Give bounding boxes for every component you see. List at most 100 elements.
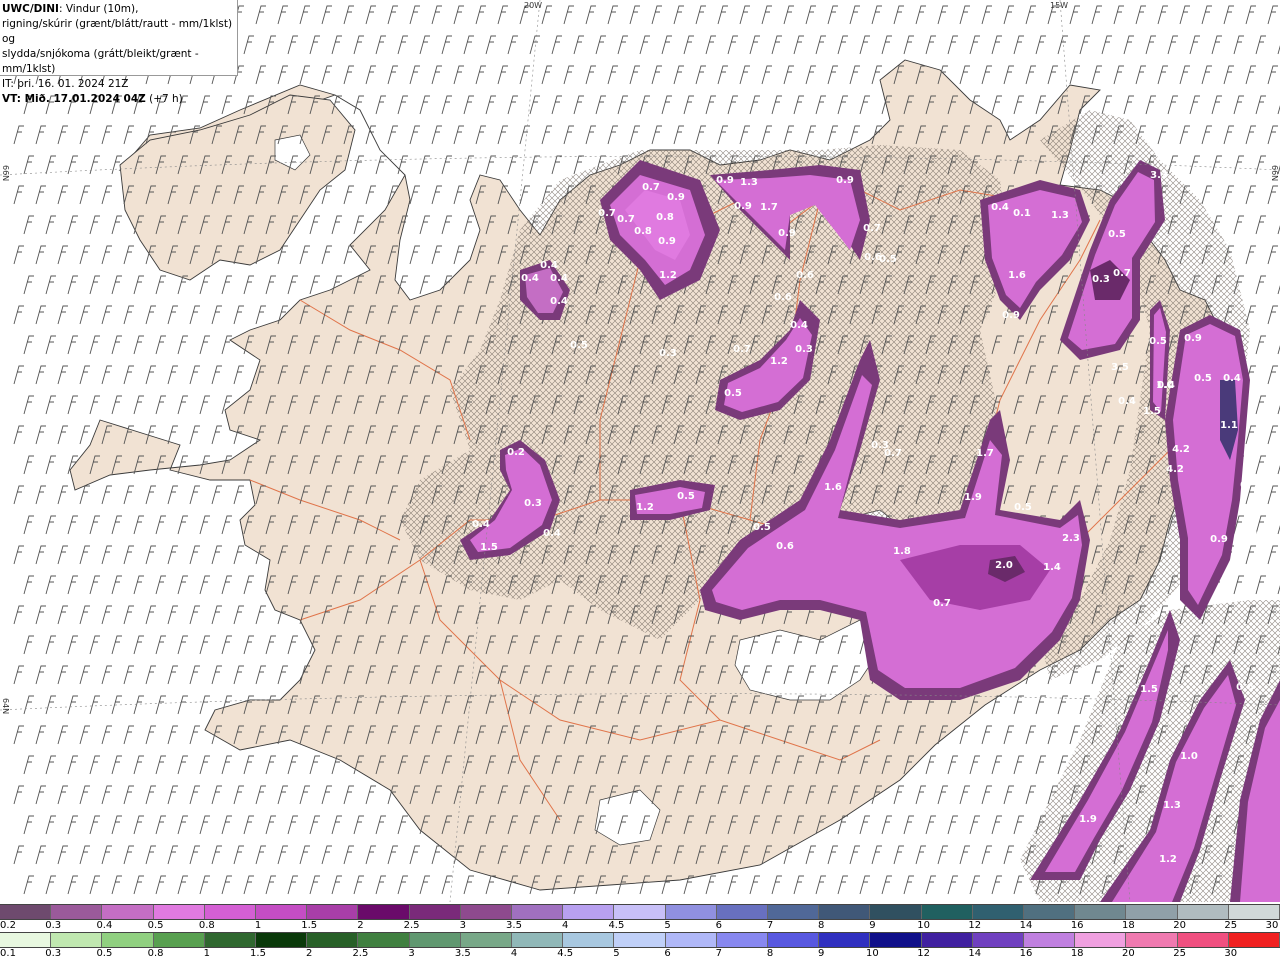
wind-barb <box>419 275 430 295</box>
wind-barb <box>309 215 320 235</box>
wind-barb <box>837 95 848 115</box>
wind-barb <box>783 5 794 25</box>
wind-barb <box>1003 725 1014 745</box>
precip-value-label: 1.2 <box>636 502 654 513</box>
wind-barb <box>1179 125 1190 145</box>
wind-barb <box>431 185 442 205</box>
wind-barb <box>133 875 144 895</box>
precip-value-label: 0.9 <box>658 236 676 247</box>
wind-barb <box>991 875 1002 895</box>
wind-barb <box>233 485 244 505</box>
precip-value-label: 1.7 <box>976 448 994 459</box>
wind-barb <box>629 5 640 25</box>
legend-swatch <box>256 933 308 947</box>
wind-barb <box>1211 35 1222 55</box>
wind-barb <box>277 845 288 865</box>
legend-label: 12 <box>917 948 930 959</box>
wind-barb <box>859 875 870 895</box>
wind-barb <box>529 155 540 175</box>
precip-value-label: 0.5 <box>1194 373 1212 384</box>
wind-barb <box>189 665 200 685</box>
wind-barb <box>507 95 518 115</box>
wind-barb <box>431 5 442 25</box>
wind-barb <box>67 275 78 295</box>
title-line-1: UWC/DINI: Vindur (10m), <box>2 2 237 17</box>
wind-barb <box>233 545 244 565</box>
wind-barb <box>79 485 90 505</box>
wind-barb <box>1025 725 1036 745</box>
wind-barb <box>937 845 948 865</box>
wind-barb <box>815 875 826 895</box>
wind-barb <box>695 125 706 145</box>
wind-barb <box>805 845 816 865</box>
wind-barb <box>1255 215 1266 235</box>
wind-barb <box>79 605 90 625</box>
wind-barb <box>475 5 486 25</box>
wind-barb <box>947 35 958 55</box>
precip-value-label: 1.4 <box>1043 562 1061 573</box>
wind-barb <box>1233 575 1244 595</box>
wind-barb <box>541 5 552 25</box>
wind-barb <box>123 545 134 565</box>
legend-label: 18 <box>1070 948 1084 959</box>
precip-value-label: 0.9 <box>1002 310 1020 321</box>
legend-swatch <box>51 905 103 919</box>
legend-rain-colorbar <box>0 932 1280 948</box>
legend-swatch <box>1024 905 1076 919</box>
legend-label: 3 <box>459 920 466 931</box>
wind-barb <box>45 455 56 475</box>
wind-barb <box>541 65 552 85</box>
precip-value-label: 0.7 <box>1113 268 1131 279</box>
precip-value-label: 0.4 <box>550 296 568 307</box>
wind-barb <box>519 65 530 85</box>
wind-barb <box>45 635 56 655</box>
wind-barb <box>211 485 222 505</box>
wind-barb <box>595 95 606 115</box>
wind-barb <box>1025 5 1036 25</box>
wind-barb <box>849 65 860 85</box>
wind-barb <box>1013 95 1024 115</box>
precip-value-label: 0.5 <box>753 522 771 533</box>
legend-swatch <box>1177 933 1229 947</box>
wind-barb <box>409 125 420 145</box>
wind-barb <box>453 65 464 85</box>
legend-label: 4 <box>510 948 518 959</box>
weather-map: 0.70.90.80.70.80.70.91.20.9 1.30.9 1.70.90… <box>0 0 1280 902</box>
wind-barb <box>79 185 90 205</box>
wind-barb <box>959 725 970 745</box>
wind-barb <box>881 815 892 835</box>
wind-barb <box>1047 725 1058 745</box>
wind-barb <box>89 875 100 895</box>
legend-label: 30 <box>1224 948 1238 959</box>
wind-barb <box>23 515 34 535</box>
wind-barb <box>321 845 332 865</box>
wind-barb <box>133 575 144 595</box>
wind-barb <box>35 785 46 805</box>
wind-barb <box>1013 875 1024 895</box>
wind-barb <box>717 125 728 145</box>
precip-value-label: 0.6 <box>1250 528 1268 539</box>
wind-barb <box>419 95 430 115</box>
wind-barb <box>287 875 298 895</box>
legend-label: 4 <box>562 920 569 931</box>
wind-barb <box>1211 155 1222 175</box>
wind-barb <box>57 845 68 865</box>
wind-barb <box>981 785 992 805</box>
wind-barb <box>221 635 232 655</box>
wind-barb <box>463 35 474 55</box>
legend-swatch <box>716 905 769 919</box>
wind-barb <box>35 485 46 505</box>
wind-barb <box>189 305 200 325</box>
wind-barb <box>199 575 210 595</box>
wind-barb <box>321 5 332 25</box>
wind-barb <box>145 485 156 505</box>
precip-value-label: 1.3 <box>1051 210 1069 221</box>
legend-label: 3.5 <box>506 920 522 931</box>
wind-barb <box>463 95 474 115</box>
wind-barb <box>453 125 464 145</box>
precip-value-label: 0.9 <box>836 175 854 186</box>
legend-swatch <box>768 933 820 947</box>
wind-barb <box>155 575 166 595</box>
wind-barb <box>639 95 650 115</box>
legend-label: 9 <box>818 948 825 959</box>
